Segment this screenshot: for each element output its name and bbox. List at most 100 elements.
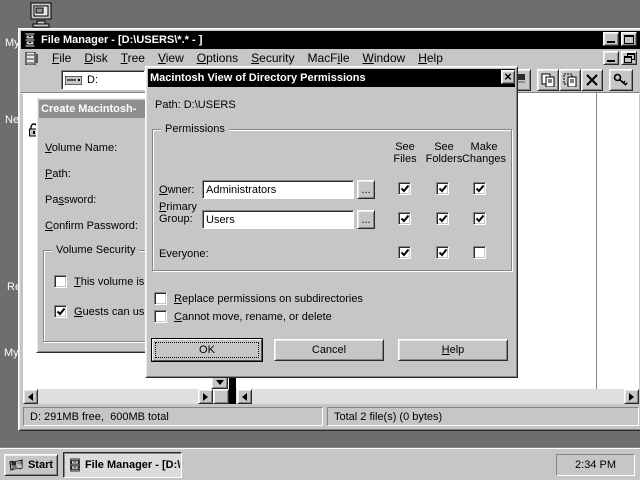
arrow-right-icon-2: [629, 393, 634, 401]
directory-window-icon[interactable]: [25, 52, 39, 65]
menu-options[interactable]: Options: [195, 50, 240, 66]
hscroll-right-arrow[interactable]: [198, 389, 213, 404]
menu-help[interactable]: Help: [416, 50, 445, 66]
password-label: Password:: [45, 194, 96, 206]
volume-security-group-label: Volume Security: [52, 244, 139, 256]
owner-see-folders-checkbox[interactable]: [436, 182, 449, 195]
window-title: File Manager - [D:\USERS\*.* - ]: [41, 34, 202, 46]
start-button[interactable]: Start: [4, 454, 58, 476]
paste-button[interactable]: [559, 69, 581, 91]
replace-permissions-checkbox[interactable]: [154, 292, 167, 305]
guests-checkbox[interactable]: [54, 305, 67, 318]
cancel-button[interactable]: Cancel: [274, 339, 384, 361]
owner-value: Administrators: [206, 184, 276, 196]
menu-file[interactable]: File: [50, 50, 73, 66]
owner-label: Owner:: [159, 184, 194, 196]
start-button-label: Start: [28, 459, 53, 471]
hscroll2-left-arrow[interactable]: [237, 389, 252, 404]
primary-group-value: Users: [206, 214, 235, 226]
primary-group-input[interactable]: Users: [202, 210, 354, 229]
menu-view[interactable]: View: [156, 50, 186, 66]
task-button-file-manager[interactable]: File Manager - [D:\U...: [63, 452, 182, 478]
hscroll-left-arrow[interactable]: [23, 389, 38, 404]
col-see-files: See Files: [385, 141, 425, 165]
volume-readonly-checkbox[interactable]: [54, 275, 67, 288]
check-icon: [400, 214, 410, 224]
check-icon: [475, 184, 485, 194]
dialog-close-button[interactable]: ×: [501, 70, 515, 84]
status-left: D: 291MB free, 600MB total: [23, 407, 323, 426]
arrow-left-icon-2: [242, 393, 247, 401]
hscroll2-right-arrow[interactable]: [624, 389, 639, 404]
check-icon: [400, 184, 410, 194]
permissions-dialog: Macintosh View of Directory Permissions …: [145, 66, 518, 378]
arrow-left-icon: [28, 393, 33, 401]
owner-browse-button[interactable]: ...: [357, 180, 375, 199]
menu-macfile[interactable]: MacFile: [305, 50, 351, 66]
menu-bar: File Disk Tree View Options Security Mac…: [21, 49, 640, 67]
minimize-button[interactable]: [603, 32, 619, 46]
task-button-label: File Manager - [D:\U...: [85, 459, 181, 471]
drive-icon: [65, 76, 82, 85]
child-restore-button[interactable]: [621, 51, 637, 65]
help-button-label: Help: [442, 344, 465, 356]
desktop-icon-my-computer[interactable]: [28, 2, 54, 28]
group-make-changes-checkbox[interactable]: [473, 212, 486, 225]
replace-permissions-label[interactable]: Replace permissions on subdirectories: [174, 293, 363, 305]
menu-disk[interactable]: Disk: [82, 50, 109, 66]
child-minimize-button[interactable]: [603, 51, 619, 65]
group-see-files-checkbox[interactable]: [398, 212, 411, 225]
taskbar: Start File Manager - [D:\U... 2:34 PM: [0, 448, 640, 480]
child-minimize-icon: [607, 60, 615, 62]
copy-button[interactable]: [537, 69, 559, 91]
everyone-see-folders-checkbox[interactable]: [436, 246, 449, 259]
check-icon: [475, 214, 485, 224]
path-label: Path:: [45, 168, 71, 180]
ok-button-label: OK: [199, 344, 215, 356]
check-icon: [438, 184, 448, 194]
screen: { "desktop": { "icons": [ { "label": "My…: [0, 0, 640, 480]
owner-see-files-checkbox[interactable]: [398, 182, 411, 195]
perm-dialog-title-bar[interactable]: Macintosh View of Directory Permissions …: [148, 69, 515, 87]
paste-icon: [563, 73, 577, 87]
help-button[interactable]: Help: [398, 339, 508, 361]
permissions-button[interactable]: [609, 69, 633, 91]
permissions-group-label: Permissions: [161, 123, 229, 135]
everyone-see-files-checkbox[interactable]: [398, 246, 411, 259]
volume-name-label: Volume Name:: [45, 142, 117, 154]
status-right: Total 2 file(s) (0 bytes): [327, 407, 639, 426]
menu-window[interactable]: Window: [361, 50, 408, 66]
cannot-move-checkbox[interactable]: [154, 310, 167, 323]
maximize-icon: [624, 35, 634, 44]
perm-dialog-title: Macintosh View of Directory Permissions: [150, 72, 366, 84]
my-computer-icon: [28, 2, 54, 28]
owner-input[interactable]: Administrators: [202, 180, 354, 199]
confirm-password-label: Confirm Password:: [45, 220, 138, 232]
cannot-move-label[interactable]: Cannot move, rename, or delete: [174, 311, 332, 323]
group-see-folders-checkbox[interactable]: [436, 212, 449, 225]
col-make-changes: Make Changes: [458, 141, 510, 165]
clock[interactable]: 2:34 PM: [575, 459, 616, 471]
check-icon: [438, 248, 448, 258]
maximize-button[interactable]: [621, 32, 637, 46]
owner-make-changes-checkbox[interactable]: [473, 182, 486, 195]
pane-divider-line: [596, 93, 597, 389]
check-icon: [400, 248, 410, 258]
drive-selector[interactable]: D:: [61, 70, 145, 90]
volume-readonly-label[interactable]: This volume is: [74, 276, 144, 288]
drive-selector-value: D:: [87, 74, 98, 86]
everyone-make-changes-checkbox[interactable]: [473, 246, 486, 259]
title-bar[interactable]: File Manager - [D:\USERS\*.* - ]: [21, 31, 640, 49]
menu-tree[interactable]: Tree: [119, 50, 147, 66]
file-cabinet-icon: [23, 33, 37, 47]
guests-label[interactable]: Guests can us: [74, 306, 144, 318]
hscroll-right-pane: [236, 389, 639, 404]
ok-button[interactable]: OK: [151, 338, 263, 362]
arrow-down-icon: [216, 380, 224, 385]
scroll-corner: [213, 389, 229, 404]
system-tray[interactable]: 2:34 PM: [556, 454, 635, 476]
primary-group-browse-button[interactable]: ...: [357, 210, 375, 229]
create-dialog-title: Create Macintosh-: [41, 103, 136, 115]
delete-button[interactable]: [581, 69, 603, 91]
menu-security[interactable]: Security: [249, 50, 296, 66]
